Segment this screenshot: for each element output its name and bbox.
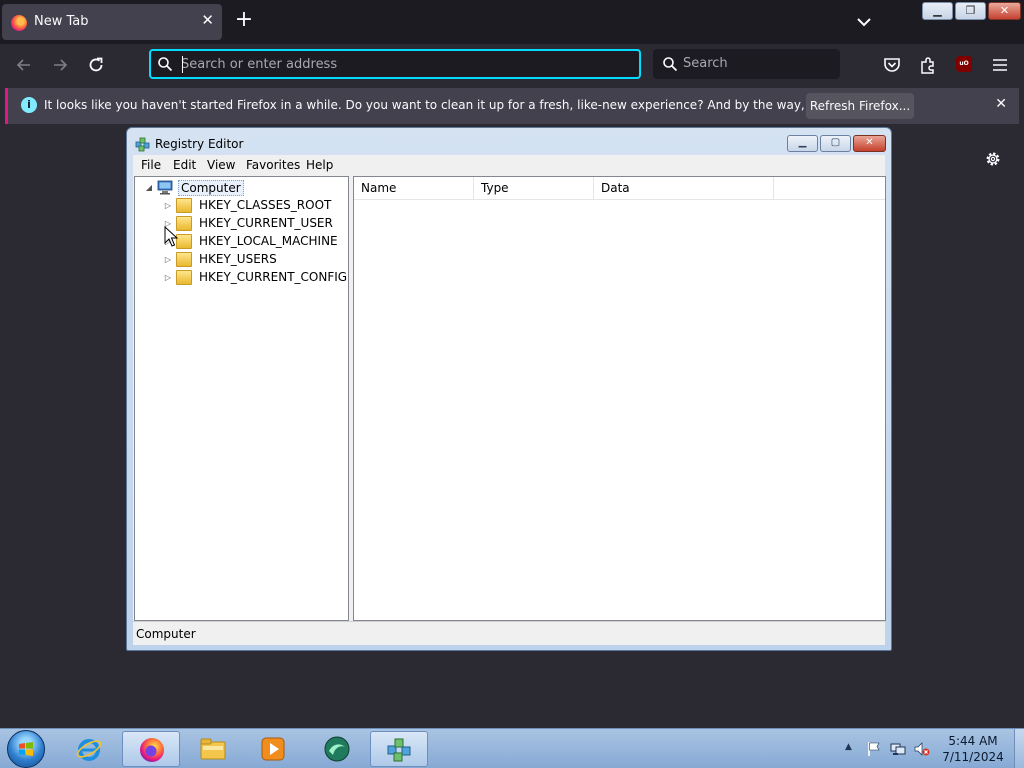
notification-close-icon[interactable]: ✕: [995, 96, 1007, 112]
folder-icon: [176, 234, 192, 249]
regedit-icon: [387, 738, 411, 762]
expand-arrow-icon[interactable]: ▷: [163, 255, 173, 265]
regedit-title-bar[interactable]: Registry Editor ▁ ▢ ✕: [127, 128, 891, 158]
show-desktop-button[interactable]: [1014, 729, 1024, 768]
regedit-app-icon: [135, 137, 150, 152]
internet-explorer-icon: [76, 739, 102, 761]
new-tab-button[interactable]: +: [232, 9, 256, 31]
taskbar-file-explorer[interactable]: [184, 731, 242, 767]
tab-title: New Tab: [34, 14, 89, 29]
computer-icon: [157, 180, 173, 195]
taskbar-media-player[interactable]: [244, 731, 302, 767]
menu-view[interactable]: View: [207, 158, 235, 172]
pocket-icon[interactable]: [882, 55, 902, 75]
back-arrow-icon[interactable]: [14, 55, 34, 75]
search-icon: [158, 57, 173, 72]
media-player-icon: [261, 737, 285, 761]
taskbar-registry-editor[interactable]: [370, 731, 428, 767]
start-button[interactable]: [7, 730, 45, 768]
network-icon[interactable]: [890, 741, 906, 757]
firefox-refresh-notification: i It looks like you haven't started Fire…: [5, 88, 1019, 124]
system-clock[interactable]: 5:44 AM 7/11/2024: [940, 733, 1006, 765]
folder-icon: [176, 198, 192, 213]
status-path: Computer: [136, 627, 196, 641]
close-button[interactable]: ✕: [988, 2, 1021, 20]
regedit-menu-bar: File Edit View Favorites Help: [133, 155, 885, 175]
tree-node-label: HKEY_USERS: [199, 252, 277, 266]
clock-date: 7/11/2024: [942, 750, 1004, 764]
folder-icon: [176, 270, 192, 285]
regedit-maximize-button[interactable]: ▢: [820, 135, 851, 152]
tree-node-label: HKEY_CURRENT_CONFIG: [199, 270, 348, 284]
address-input[interactable]: [181, 54, 631, 74]
firefox-icon: [140, 738, 164, 762]
search-box-placeholder: Search: [683, 56, 728, 71]
volume-muted-icon[interactable]: [914, 741, 930, 757]
registry-values-pane[interactable]: Name Type Data: [353, 176, 886, 621]
values-column-header: Name Type Data: [354, 177, 885, 200]
taskbar-firefox[interactable]: [122, 731, 180, 767]
regedit-status-bar: Computer: [133, 621, 885, 645]
action-center-flag-icon[interactable]: [866, 741, 882, 757]
file-explorer-icon: [200, 738, 226, 760]
column-header-name[interactable]: Name: [354, 177, 474, 200]
info-icon: i: [21, 97, 37, 113]
regedit-window-controls: ▁ ▢ ✕: [787, 135, 886, 152]
regedit-body: ◢ Computer ▷ HKEY_CLASSES_ROOT ▷ HKEY_CU…: [133, 175, 886, 621]
app-icon: [324, 736, 350, 762]
show-hidden-icons-button[interactable]: ▲: [845, 742, 852, 752]
browser-nav-bar: Search: [0, 44, 1024, 86]
tree-node-label: HKEY_LOCAL_MACHINE: [199, 234, 338, 248]
reload-icon[interactable]: [86, 55, 106, 75]
gear-icon[interactable]: [984, 150, 1002, 168]
regedit-close-button[interactable]: ✕: [853, 135, 886, 152]
browser-tab-bar: New Tab ✕ + ▁ ❐ ✕: [0, 0, 1024, 44]
windows-logo-icon: [19, 742, 33, 756]
menu-help[interactable]: Help: [306, 158, 333, 172]
mouse-cursor-icon: [164, 226, 178, 247]
firefox-logo-icon: [11, 15, 27, 31]
regedit-title: Registry Editor: [155, 137, 244, 151]
folder-icon: [176, 216, 192, 231]
refresh-firefox-button[interactable]: Refresh Firefox...: [806, 93, 914, 119]
folder-icon: [176, 252, 192, 267]
column-header-type[interactable]: Type: [474, 177, 594, 200]
expand-arrow-icon[interactable]: ▷: [163, 273, 173, 283]
taskbar-app[interactable]: [308, 731, 366, 767]
tab-new-tab[interactable]: New Tab ✕: [2, 4, 222, 40]
extensions-puzzle-icon[interactable]: [918, 55, 938, 75]
search-box[interactable]: Search: [653, 49, 840, 79]
address-bar[interactable]: [149, 49, 641, 79]
search-icon: [663, 57, 678, 72]
forward-arrow-icon[interactable]: [50, 55, 70, 75]
menu-favorites[interactable]: Favorites: [246, 158, 300, 172]
clock-time: 5:44 AM: [948, 734, 998, 748]
tree-node-label: HKEY_CLASSES_ROOT: [199, 198, 332, 212]
windows-taskbar: ▲ 5:44 AM 7/11/2024: [0, 728, 1024, 768]
tab-close-icon[interactable]: ✕: [201, 11, 214, 29]
column-header-data[interactable]: Data: [594, 177, 774, 200]
collapse-arrow-icon[interactable]: ◢: [144, 183, 154, 193]
browser-window-controls: ▁ ❐ ✕: [922, 2, 1021, 20]
text-caret: [182, 56, 183, 73]
registry-editor-window: Registry Editor ▁ ▢ ✕ File Edit View Fav…: [126, 127, 892, 651]
tree-node-label: HKEY_CURRENT_USER: [199, 216, 333, 230]
ublock-origin-icon[interactable]: uO: [956, 56, 972, 72]
taskbar-internet-explorer[interactable]: [60, 731, 118, 767]
menu-file[interactable]: File: [141, 158, 161, 172]
chevron-down-icon[interactable]: [854, 12, 874, 32]
regedit-minimize-button[interactable]: ▁: [787, 135, 818, 152]
notification-message: It looks like you haven't started Firefo…: [44, 98, 900, 112]
tree-node-label: Computer: [178, 180, 244, 196]
expand-arrow-icon[interactable]: ▷: [163, 201, 173, 211]
menu-edit[interactable]: Edit: [173, 158, 196, 172]
restore-button[interactable]: ❐: [955, 2, 986, 20]
hamburger-menu-icon[interactable]: [990, 55, 1010, 75]
minimize-button[interactable]: ▁: [922, 2, 953, 20]
